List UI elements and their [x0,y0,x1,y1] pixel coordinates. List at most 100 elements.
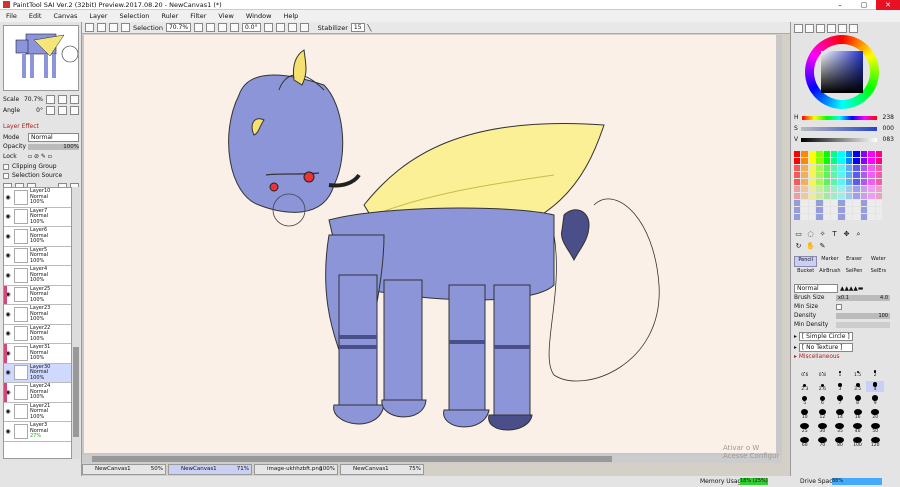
rgb-slider-tab[interactable] [805,24,814,33]
palette-swatch[interactable] [816,200,823,206]
zoom-reset-button[interactable] [218,23,228,32]
palette-swatch[interactable] [868,179,875,185]
visibility-eye-icon[interactable]: ◉ [4,252,12,259]
line-tool-icon[interactable]: ╲ [368,24,372,32]
layer-item[interactable]: ◉ Layer21 Normal 100% [4,403,71,422]
palette-swatch[interactable] [845,193,853,199]
layer-item[interactable]: ◉ Layer6 Normal 100% [4,227,71,247]
palette-swatch[interactable] [794,207,801,213]
palette-swatch[interactable] [801,193,808,199]
palette-swatch[interactable] [808,207,816,213]
palette-swatch[interactable] [845,165,853,171]
palette-swatch[interactable] [875,172,882,178]
scale-reset-button[interactable] [70,95,79,104]
palette-swatch[interactable] [816,214,823,220]
navigator-preview[interactable] [3,25,79,91]
brush-shape-select[interactable]: [ Simple Circle ] [798,332,853,341]
palette-swatch[interactable] [845,158,853,164]
value-slider[interactable] [801,137,877,142]
palette-swatch[interactable] [853,193,860,199]
layer-item[interactable]: ◉ Layer3 Normal 27% [4,422,71,442]
palette-swatch[interactable] [808,186,816,192]
document-tab[interactable]: NewCanvas1 50% [82,464,166,475]
saturation-slider[interactable] [800,126,877,131]
palette-swatch[interactable] [808,214,816,220]
angle-left-button[interactable] [46,106,55,115]
palette-swatch[interactable] [838,179,845,185]
brush-size-preset[interactable]: 50 [866,423,884,434]
palette-swatch[interactable] [816,179,823,185]
menu-filter[interactable]: Filter [184,10,212,22]
palette-swatch[interactable] [868,186,875,192]
lasso-icon[interactable]: ◌ [806,230,815,239]
zoom-in-button[interactable] [194,23,204,32]
brush-size-preset[interactable]: 25 [796,423,814,434]
density-slider[interactable]: 100 [836,313,890,319]
palette-swatch[interactable] [845,186,853,192]
brush-size-preset[interactable]: 120 [866,437,884,448]
palette-swatch[interactable] [875,151,882,157]
palette-tab[interactable] [827,24,836,33]
palette-swatch[interactable] [823,193,831,199]
palette-swatch[interactable] [823,214,831,220]
expand-arrow-icon[interactable]: ▸ [794,354,797,360]
drawing-canvas[interactable] [84,35,776,453]
layer-item[interactable]: ◉ Layer23 Normal 100% [4,305,71,325]
palette-swatch[interactable] [823,172,831,178]
palette-swatch[interactable] [838,207,845,213]
palette-swatch[interactable] [808,200,816,206]
palette-swatch[interactable] [831,151,838,157]
visibility-eye-icon[interactable]: ◉ [4,369,12,376]
rect-select-icon[interactable]: ▭ [794,230,803,239]
palette-swatch[interactable] [838,158,845,164]
palette-swatch[interactable] [868,193,875,199]
hsv-slider-tab[interactable] [816,24,825,33]
brush-size-preset[interactable]: 7 [831,395,849,406]
palette-swatch[interactable] [860,186,868,192]
palette-swatch[interactable] [831,158,838,164]
scale-increase-button[interactable] [58,95,67,104]
brush-size-preset[interactable]: 1.5 [849,367,867,378]
brush-size-preset[interactable]: 6 [814,395,832,406]
palette-swatch[interactable] [838,172,845,178]
palette-swatch[interactable] [875,179,882,185]
palette-swatch[interactable] [845,172,853,178]
water-tool[interactable]: Water [867,256,890,267]
palette-swatch[interactable] [860,151,868,157]
palette-swatch[interactable] [808,158,816,164]
document-tab-active[interactable]: NewCanvas1 71% [168,464,252,475]
palette-swatch[interactable] [801,207,808,213]
opacity-slider[interactable]: 100% [28,143,79,150]
brush-size-preset[interactable]: 2.6 [814,381,832,392]
palette-swatch[interactable] [794,186,801,192]
color-palette[interactable] [794,151,882,220]
palette-swatch[interactable] [808,165,816,171]
brush-size-preset[interactable]: 5 [796,395,814,406]
palette-swatch[interactable] [838,151,845,157]
eyedropper-icon[interactable]: ✎ [818,242,827,251]
visibility-eye-icon[interactable]: ◉ [4,350,12,357]
layer-item[interactable]: ◉ Layer10 Normal 100% [4,188,71,208]
angle-field[interactable]: 0.0° [242,23,261,32]
rotate-tool-icon[interactable]: ↻ [794,242,803,251]
brush-size-preset[interactable]: 30 [814,423,832,434]
palette-swatch[interactable] [868,200,875,206]
close-button[interactable]: ✕ [876,0,900,10]
menu-edit[interactable]: Edit [23,10,48,22]
visibility-eye-icon[interactable]: ◉ [4,311,12,318]
eraser-tool[interactable]: Eraser [843,256,866,267]
palette-swatch[interactable] [816,186,823,192]
palette-swatch[interactable] [801,200,808,206]
visibility-eye-icon[interactable]: ◉ [4,330,12,337]
palette-swatch[interactable] [808,151,816,157]
palette-swatch[interactable] [831,165,838,171]
palette-swatch[interactable] [801,158,808,164]
brush-size-preset[interactable]: 100 [849,437,867,448]
palette-swatch[interactable] [853,214,860,220]
palette-swatch[interactable] [794,172,801,178]
selection-toggle[interactable] [121,23,130,32]
palette-swatch[interactable] [860,214,868,220]
brush-size-preset[interactable]: 4 [866,381,884,392]
palette-swatch[interactable] [831,186,838,192]
expand-arrow-icon[interactable]: ▸ [794,334,797,340]
